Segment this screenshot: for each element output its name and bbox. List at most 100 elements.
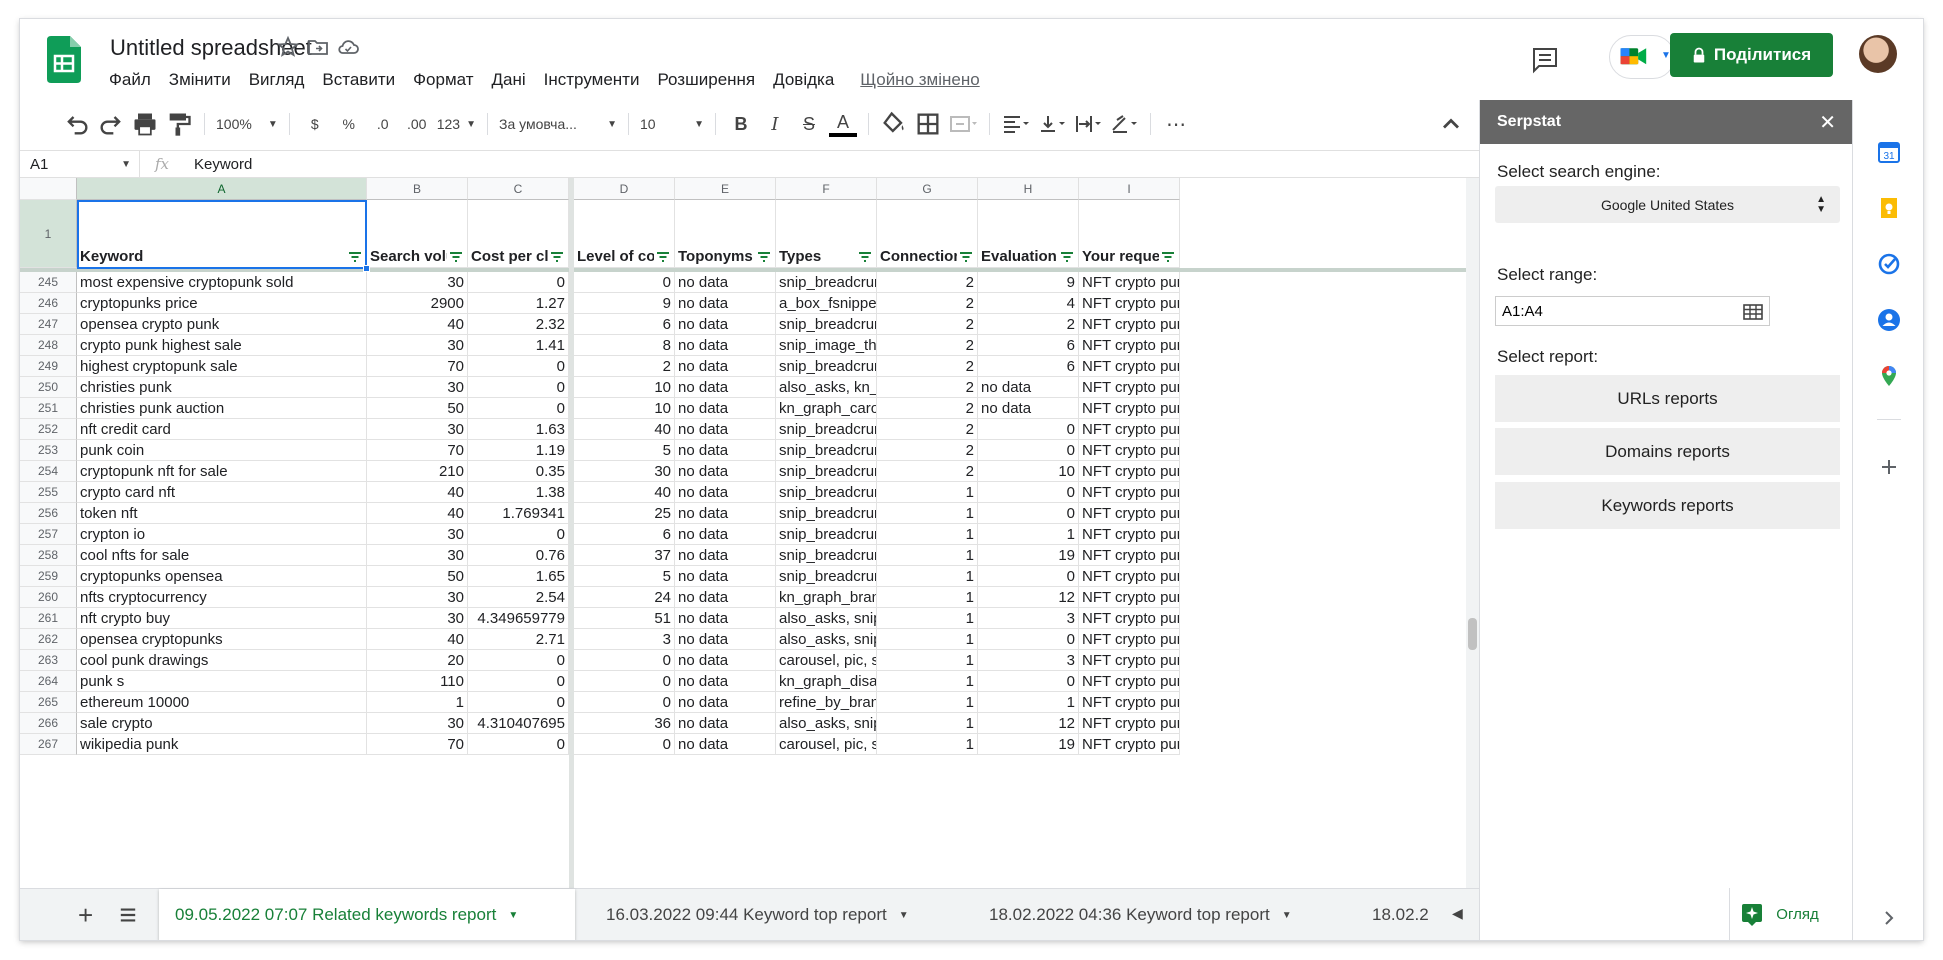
redo-icon[interactable] [97,110,125,138]
more-formats-button[interactable]: 123 ▼ [437,110,476,138]
table-cell[interactable]: cool punk drawings [77,650,367,671]
table-cell[interactable]: NFT crypto punk [1079,314,1180,335]
table-cell[interactable]: NFT crypto punk [1079,272,1180,293]
strikethrough-button[interactable]: S [795,110,823,138]
table-cell[interactable]: 37 [574,545,675,566]
row-header[interactable]: 248 [20,335,77,356]
row-header[interactable]: 262 [20,629,77,650]
table-cell[interactable]: 9 [574,293,675,314]
table-cell[interactable]: 3 [978,608,1079,629]
table-cell[interactable]: crypto card nft [77,482,367,503]
table-cell[interactable]: NFT crypto punk [1079,440,1180,461]
table-cell[interactable]: 2 [877,419,978,440]
filter-icon[interactable] [1161,251,1175,263]
menu-data[interactable]: Дані [492,70,526,90]
table-cell[interactable]: 2 [877,461,978,482]
sheet-tab[interactable]: 18.02.2 [1356,889,1452,940]
header-cell[interactable]: Types [776,200,877,268]
table-cell[interactable]: cryptopunks opensea [77,566,367,587]
close-icon[interactable]: ✕ [1819,110,1836,135]
table-cell[interactable]: snip_breadcruml [776,419,877,440]
table-cell[interactable]: 2 [877,377,978,398]
table-cell[interactable]: crypton io [77,524,367,545]
table-cell[interactable]: 30 [367,587,468,608]
table-cell[interactable]: 2 [877,272,978,293]
table-cell[interactable]: snip_breadcruml [776,524,877,545]
header-cell[interactable]: Level of con [574,200,675,268]
last-edit-link[interactable]: Щойно змінено [860,70,979,90]
table-cell[interactable]: also_asks, snip_ [776,629,877,650]
table-cell[interactable]: 1.38 [468,482,569,503]
table-cell[interactable]: also_asks, snip_ [776,713,877,734]
table-cell[interactable]: NFT crypto punk [1079,503,1180,524]
meet-button[interactable]: ▼ [1609,35,1675,79]
table-cell[interactable]: no data [675,629,776,650]
table-cell[interactable]: 0 [468,377,569,398]
table-cell[interactable]: 3 [574,629,675,650]
text-wrap-icon[interactable] [1073,110,1103,138]
table-cell[interactable]: 1.41 [468,335,569,356]
table-cell[interactable]: 0 [468,398,569,419]
table-cell[interactable]: punk coin [77,440,367,461]
column-header[interactable]: B [367,178,468,200]
menu-edit[interactable]: Змінити [169,70,231,90]
table-cell[interactable]: carousel, pic, sn [776,734,877,755]
formula-input[interactable]: Keyword [184,156,252,173]
all-sheets-icon[interactable] [118,906,138,924]
table-cell[interactable]: 1.769341 [468,503,569,524]
vertical-scrollbar[interactable] [1466,178,1479,888]
column-header[interactable]: C [468,178,569,200]
range-input[interactable]: A1:A4 [1495,296,1770,326]
row-header[interactable]: 255 [20,482,77,503]
table-cell[interactable]: no data [675,398,776,419]
maps-icon[interactable] [1877,364,1901,388]
column-header[interactable]: H [978,178,1079,200]
italic-button[interactable]: I [761,110,789,138]
table-cell[interactable]: cool nfts for sale [77,545,367,566]
keep-icon[interactable] [1877,196,1901,220]
contacts-icon[interactable] [1877,308,1901,332]
table-cell[interactable]: 0 [468,692,569,713]
table-cell[interactable]: 1 [877,524,978,545]
table-cell[interactable]: punk s [77,671,367,692]
table-cell[interactable]: 9 [978,272,1079,293]
row-header[interactable]: 263 [20,650,77,671]
row-header[interactable]: 264 [20,671,77,692]
table-cell[interactable]: wikipedia punk [77,734,367,755]
table-cell[interactable]: 30 [367,335,468,356]
table-cell[interactable]: 30 [367,608,468,629]
column-header[interactable]: D [574,178,675,200]
table-cell[interactable]: 0 [468,650,569,671]
column-header[interactable]: E [675,178,776,200]
table-cell[interactable]: 30 [367,524,468,545]
chevron-down-icon[interactable]: ▼ [508,910,518,921]
add-sheet-button[interactable]: + [78,900,93,931]
table-cell[interactable]: 0 [574,734,675,755]
table-cell[interactable]: ethereum 10000 [77,692,367,713]
table-cell[interactable]: 30 [367,419,468,440]
table-cell[interactable]: NFT crypto punk [1079,587,1180,608]
text-rotation-icon[interactable] [1109,110,1139,138]
table-cell[interactable]: 24 [574,587,675,608]
table-cell[interactable]: kn_graph_disam [776,671,877,692]
table-cell[interactable]: 30 [367,377,468,398]
table-cell[interactable]: 40 [367,314,468,335]
table-cell[interactable]: no data [675,608,776,629]
filter-icon[interactable] [449,251,463,263]
table-cell[interactable]: refine_by_brand [776,692,877,713]
bold-button[interactable]: B [727,110,755,138]
table-cell[interactable]: 40 [367,482,468,503]
table-cell[interactable]: no data [675,545,776,566]
vertical-align-icon[interactable] [1037,110,1067,138]
sheet-tab[interactable]: 16.03.2022 09:44 Keyword top report ▼ [590,889,925,940]
column-header[interactable]: A [77,178,367,200]
table-cell[interactable]: 1 [978,692,1079,713]
header-cell[interactable]: Keyword [77,200,367,268]
row-header[interactable]: 250 [20,377,77,398]
row-header[interactable]: 260 [20,587,77,608]
table-cell[interactable]: kn_graph_brand [776,587,877,608]
table-cell[interactable]: 1 [877,545,978,566]
keywords-reports-button[interactable]: Keywords reports [1495,482,1840,529]
table-cell[interactable]: 4.310407695 [468,713,569,734]
table-cell[interactable]: NFT crypto punk [1079,482,1180,503]
